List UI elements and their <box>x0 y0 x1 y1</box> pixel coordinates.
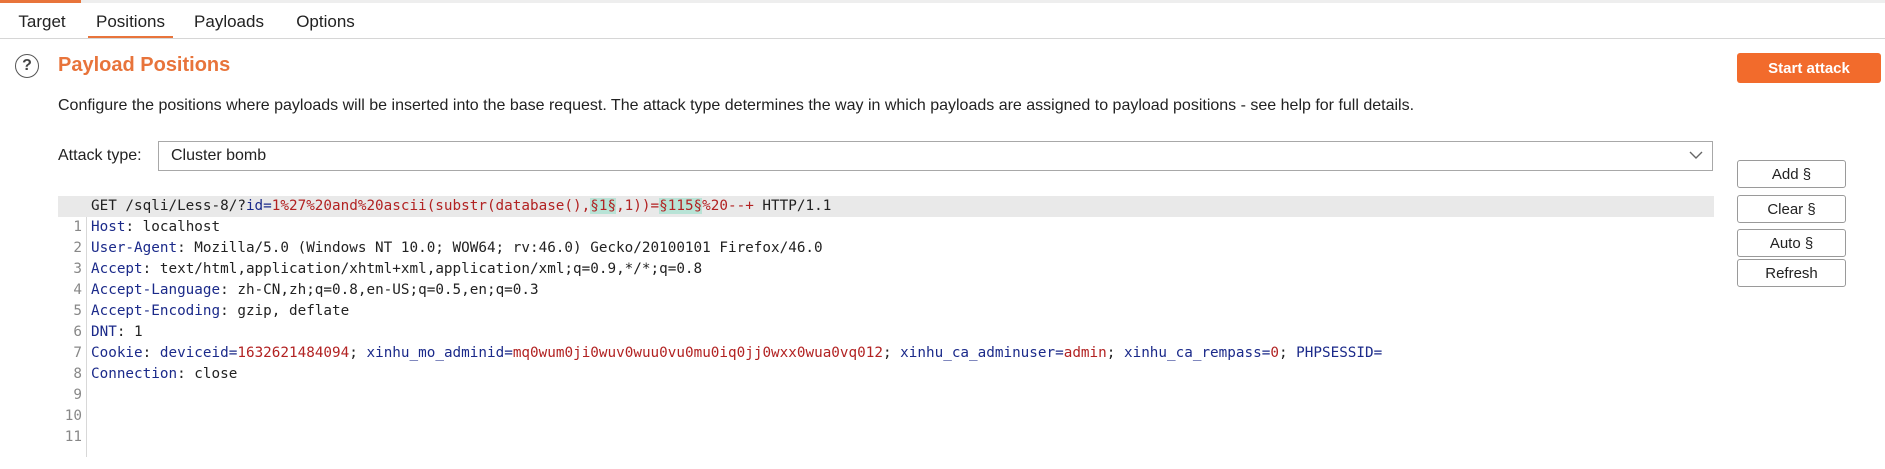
header-name: Host <box>91 219 126 235</box>
cookie-name: deviceid <box>159 345 229 361</box>
start-attack-button[interactable]: Start attack <box>1737 53 1881 83</box>
chevron-down-icon <box>1689 151 1703 159</box>
header-name: Accept-Encoding <box>91 303 221 319</box>
auto-markers-button[interactable]: Auto § <box>1737 229 1846 257</box>
query-param-name: id <box>245 198 264 214</box>
section-description: Configure the positions where payloads w… <box>58 97 1415 114</box>
header-line: 6 Accept-Encoding: gzip, deflate <box>58 301 1714 340</box>
cookie-value: 0 <box>1270 345 1279 361</box>
request-protocol: HTTP/1.1 <box>753 198 832 214</box>
request-method-path: GET /sqli/Less-8/? <box>91 198 246 214</box>
header-name: User-Agent <box>91 240 178 256</box>
header-value: 1 <box>134 324 143 340</box>
query-value-part: 1%27%20and%20ascii(substr(database(), <box>271 198 591 214</box>
header-line: 7 DNT: 1 <box>58 322 1714 361</box>
empty-line: 11 <box>58 406 1714 445</box>
cookie-name: xinhu_mo_adminid <box>366 345 505 361</box>
tab-bar: Target Positions Payloads Options <box>0 3 1885 39</box>
header-line: 4 Accept: text/html,application/xhtml+xm… <box>58 259 1714 298</box>
section-title: Payload Positions <box>58 54 231 76</box>
header-line: 2 Host: localhost <box>58 217 1714 256</box>
header-line: 5 Accept-Language: zh-CN,zh;q=0.8,en-US;… <box>58 280 1714 319</box>
clear-markers-button[interactable]: Clear § <box>1737 195 1846 223</box>
help-icon[interactable]: ? <box>15 54 39 78</box>
tab-payloads[interactable]: Payloads <box>188 3 270 38</box>
header-value: zh-CN,zh;q=0.8,en-US;q=0.5,en;q=0.3 <box>237 282 539 298</box>
cookie-value: 1632621484094 <box>237 345 350 361</box>
cookie-name: xinhu_ca_adminuser <box>900 345 1056 361</box>
query-equals: = <box>263 198 272 214</box>
cookie-value: admin <box>1063 345 1107 361</box>
add-marker-button[interactable]: Add § <box>1737 160 1846 188</box>
payload-marker[interactable]: §1§ <box>590 198 617 214</box>
header-name: DNT <box>91 324 117 340</box>
cookie-value: mq0wum0ji0wuv0wuu0vu0mu0iq0jj0wxx0wua0vq… <box>512 345 883 361</box>
header-value: text/html,application/xhtml+xml,applicat… <box>159 261 703 277</box>
cookie-line: 8 Cookie: deviceid=1632621484094; xinhu_… <box>58 343 1714 382</box>
empty-line: 10 <box>58 385 1714 424</box>
refresh-button[interactable]: Refresh <box>1737 259 1846 287</box>
header-line: 9 Connection: close <box>58 364 1714 403</box>
header-name: Accept-Language <box>91 282 221 298</box>
query-value-part: ,1))= <box>616 198 660 214</box>
payload-marker[interactable]: §115§ <box>659 198 703 214</box>
attack-type-select[interactable]: Cluster bomb <box>158 141 1713 171</box>
header-line: 3 User-Agent: Mozilla/5.0 (Windows NT 10… <box>58 238 1714 277</box>
header-value: Mozilla/5.0 (Windows NT 10.0; WOW64; rv:… <box>194 240 823 256</box>
tab-options[interactable]: Options <box>288 3 363 38</box>
line-number: 11 <box>64 429 82 445</box>
request-editor[interactable]: 1 GET /sqli/Less-8/?id=1%27%20and%20asci… <box>58 196 1714 457</box>
tab-positions[interactable]: Positions <box>88 3 173 38</box>
cookie-name: xinhu_ca_rempass <box>1123 345 1262 361</box>
tab-target[interactable]: Target <box>8 3 76 38</box>
query-value-part: %20--+ <box>702 198 754 214</box>
header-name: Accept <box>91 261 143 277</box>
header-value: close <box>194 366 238 382</box>
header-value: gzip, deflate <box>237 303 350 319</box>
attack-type-value: Cluster bomb <box>171 147 267 164</box>
header-name: Connection <box>91 366 178 382</box>
header-name: Cookie <box>91 345 143 361</box>
header-value: localhost <box>142 219 221 235</box>
request-line: 1 GET /sqli/Less-8/?id=1%27%20and%20asci… <box>58 196 1714 235</box>
cookie-name: PHPSESSID <box>1296 345 1374 361</box>
attack-type-label: Attack type: <box>58 147 142 164</box>
